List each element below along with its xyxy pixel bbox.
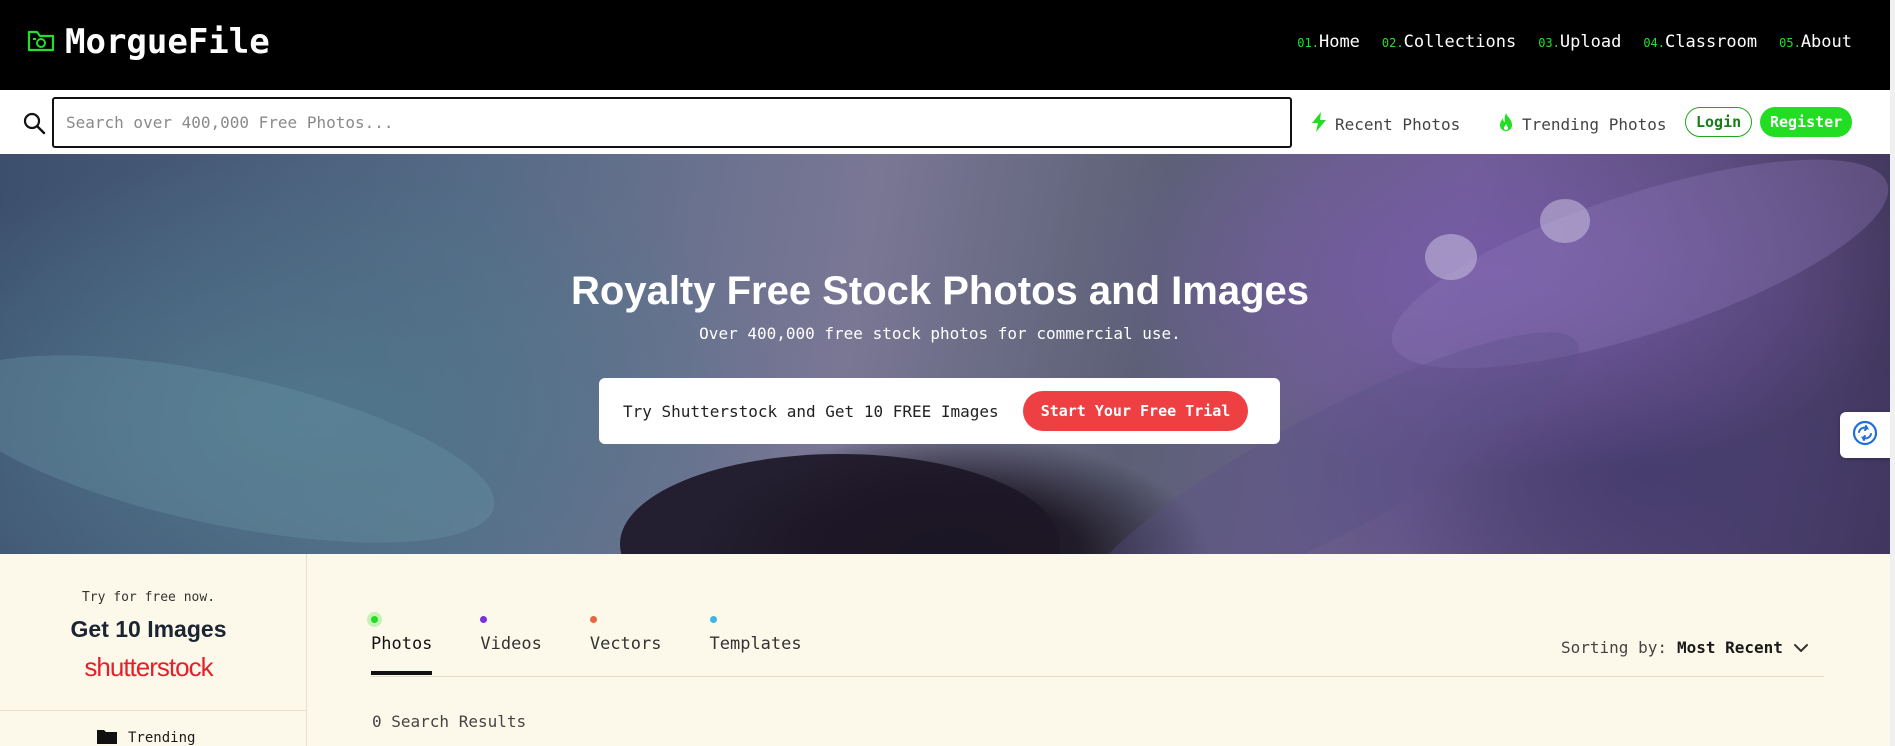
folder-icon: [96, 727, 118, 746]
camera-folder-icon: [27, 27, 55, 57]
search-bar-row: Recent Photos Trending Photos Login Regi…: [0, 90, 1890, 154]
tab-templates[interactable]: Templates: [709, 610, 802, 675]
promo-text: Try Shutterstock and Get 10 FREE Images: [623, 401, 999, 421]
floating-helper-widget[interactable]: [1840, 412, 1890, 458]
nav-classroom[interactable]: 04.Classroom: [1643, 32, 1757, 52]
sidebar-try-text: Try for free now.: [81, 590, 216, 605]
recent-photos-link[interactable]: Recent Photos: [1311, 112, 1460, 136]
tab-dot: [589, 616, 597, 623]
sidebar-get-images[interactable]: Get 10 Images: [0, 616, 297, 643]
start-free-trial-button[interactable]: Start Your Free Trial: [1022, 391, 1249, 431]
brand-name: MorgueFile: [65, 22, 270, 62]
hero-subtitle: Over 400,000 free stock photos for comme…: [699, 324, 1181, 343]
search-input[interactable]: [52, 97, 1292, 148]
sorting-label: Sorting by:: [1561, 638, 1667, 657]
hero-banner: Royalty Free Stock Photos and Images Ove…: [0, 154, 1890, 554]
shutterstock-promo: Try Shutterstock and Get 10 FREE Images …: [599, 378, 1280, 444]
media-type-tabs: Photos Videos Vectors Templates: [371, 610, 850, 675]
register-button[interactable]: Register: [1760, 107, 1853, 137]
top-navbar: MorgueFile 01.Home 02.Collections 03.Upl…: [0, 0, 1890, 90]
login-button[interactable]: Login: [1685, 107, 1753, 137]
tab-dot: [371, 616, 378, 623]
logo[interactable]: MorgueFile: [27, 22, 270, 62]
trending-photos-link[interactable]: Trending Photos: [1498, 112, 1667, 136]
refresh-globe-icon: [1852, 420, 1878, 450]
search-icon[interactable]: [22, 111, 46, 139]
search-results-count: 0 Search Results: [372, 712, 527, 731]
lightning-icon: [1311, 112, 1327, 136]
shutterstock-logo[interactable]: shutterstock: [0, 652, 297, 683]
tab-videos[interactable]: Videos: [480, 610, 542, 675]
chevron-down-icon: [1793, 638, 1809, 657]
nav-collections[interactable]: 02.Collections: [1382, 32, 1516, 52]
sidebar-divider: [0, 710, 307, 711]
tab-photos[interactable]: Photos: [371, 610, 433, 675]
tab-dot: [709, 616, 717, 623]
tab-dot: [480, 616, 488, 623]
sorting-value: Most Recent: [1676, 638, 1783, 657]
sorting-dropdown[interactable]: Sorting by: Most Recent: [1561, 638, 1809, 657]
left-sidebar: Try for free now. Get 10 Images shutters…: [0, 554, 307, 746]
hero-background-petal: [0, 317, 510, 554]
nav-upload[interactable]: 03.Upload: [1538, 32, 1621, 52]
water-drop: [1540, 199, 1590, 243]
flame-icon: [1498, 112, 1514, 136]
main-nav: 01.Home 02.Collections 03.Upload 04.Clas…: [1297, 32, 1852, 52]
tabs-divider: [371, 676, 1824, 677]
sidebar-item-trending[interactable]: Trending: [96, 727, 195, 746]
tab-vectors[interactable]: Vectors: [589, 610, 662, 675]
scrollbar-track[interactable]: [1890, 0, 1895, 746]
flower-center: [620, 454, 1060, 554]
nav-about[interactable]: 05.About: [1779, 32, 1852, 52]
nav-home[interactable]: 01.Home: [1297, 32, 1360, 52]
hero-title: Royalty Free Stock Photos and Images: [571, 269, 1309, 313]
